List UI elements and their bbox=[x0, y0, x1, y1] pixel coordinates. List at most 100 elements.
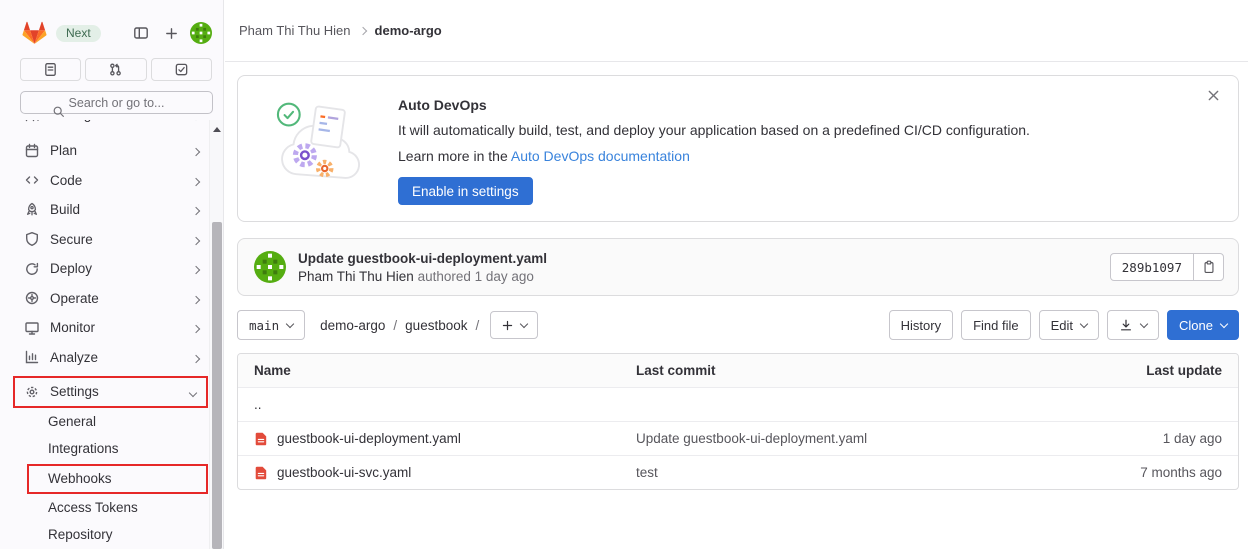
sidebar-item-access-tokens[interactable]: Access Tokens bbox=[0, 494, 209, 522]
breadcrumb-parent[interactable]: Pham Thi Thu Hien bbox=[239, 23, 351, 38]
sidebar-item-label: Operate bbox=[50, 291, 99, 306]
sidebar-item-repository[interactable]: Repository bbox=[0, 521, 209, 549]
sidebar-item-label: Deploy bbox=[50, 261, 92, 276]
commit-author-avatar[interactable] bbox=[254, 251, 286, 283]
sidebar-item-build[interactable]: Build bbox=[0, 195, 209, 225]
path-separator: / bbox=[475, 318, 479, 333]
clone-label: Clone bbox=[1179, 318, 1213, 333]
sidebar-item-manage-clipped[interactable]: Manage bbox=[0, 120, 209, 129]
chevron-right-icon bbox=[193, 202, 199, 217]
branch-name: main bbox=[249, 318, 279, 333]
download-button[interactable] bbox=[1107, 310, 1159, 340]
content: Auto DevOps It will automatically build,… bbox=[225, 62, 1248, 490]
user-avatar[interactable] bbox=[190, 22, 212, 44]
plus-icon[interactable] bbox=[160, 22, 182, 44]
chevron-right-icon bbox=[193, 291, 199, 306]
sidebar-subitem-label: Access Tokens bbox=[48, 500, 138, 515]
issues-shortcut-button[interactable] bbox=[20, 58, 81, 81]
commit-author[interactable]: Pham Thi Thu Hien bbox=[298, 269, 414, 284]
commit-sha-group: 289b1097 bbox=[1110, 253, 1224, 281]
table-row-parent-dir[interactable]: .. bbox=[238, 387, 1238, 421]
history-button[interactable]: History bbox=[889, 310, 953, 340]
brand-row: Next bbox=[22, 20, 212, 46]
todos-shortcut-button[interactable] bbox=[151, 58, 212, 81]
auto-devops-illustration bbox=[268, 90, 372, 221]
sidebar-item-monitor[interactable]: Monitor bbox=[0, 313, 209, 343]
sidebar-item-operate[interactable]: Operate bbox=[0, 284, 209, 314]
next-badge: Next bbox=[56, 25, 101, 42]
sidebar-item-plan[interactable]: Plan bbox=[0, 136, 209, 166]
banner-learn-more: Learn more in the Auto DevOps documentat… bbox=[398, 148, 1030, 164]
sidebar-item-analyze[interactable]: Analyze bbox=[0, 343, 209, 373]
path-segment-repo[interactable]: demo-argo bbox=[320, 318, 385, 333]
edit-button[interactable]: Edit bbox=[1039, 310, 1099, 340]
merge-requests-shortcut-button[interactable] bbox=[85, 58, 146, 81]
operate-icon bbox=[24, 290, 40, 306]
table-row[interactable]: guestbook-ui-deployment.yaml Update gues… bbox=[238, 421, 1238, 455]
chevron-down-icon bbox=[1140, 319, 1148, 327]
header-last-update: Last update bbox=[1072, 363, 1222, 378]
chevron-down-icon bbox=[190, 384, 196, 399]
sidebar-item-deploy[interactable]: Deploy bbox=[0, 254, 209, 284]
sidebar-item-label: Manage bbox=[50, 120, 99, 122]
chevron-down-icon bbox=[286, 319, 294, 327]
file-tree-table: Name Last commit Last update .. bbox=[237, 353, 1239, 490]
file-link[interactable]: guestbook-ui-deployment.yaml bbox=[277, 431, 461, 446]
auto-devops-doc-link[interactable]: Auto DevOps documentation bbox=[511, 148, 690, 164]
commit-authored-ago: authored 1 day ago bbox=[418, 269, 534, 284]
scrollbar-up-arrow[interactable] bbox=[213, 127, 221, 132]
row-last-update: 7 months ago bbox=[1072, 465, 1222, 480]
search-input[interactable] bbox=[20, 91, 213, 114]
breadcrumb-current[interactable]: demo-argo bbox=[375, 23, 442, 38]
chevron-right-icon bbox=[193, 261, 199, 276]
enable-in-settings-button[interactable]: Enable in settings bbox=[398, 177, 533, 205]
sidebar-subitem-label: Integrations bbox=[48, 441, 119, 456]
sidebar-item-settings[interactable]: Settings bbox=[15, 378, 206, 406]
file-link[interactable]: guestbook-ui-svc.yaml bbox=[277, 465, 411, 480]
copy-sha-button[interactable] bbox=[1193, 254, 1223, 280]
path-segment-folder[interactable]: guestbook bbox=[405, 318, 467, 333]
sidebar-item-webhooks[interactable]: Webhooks bbox=[29, 466, 206, 492]
header-name: Name bbox=[254, 363, 636, 378]
sidebar-item-secure[interactable]: Secure bbox=[0, 225, 209, 255]
row-commit-message[interactable]: test bbox=[636, 465, 1072, 480]
table-row[interactable]: guestbook-ui-svc.yaml test 7 months ago bbox=[238, 455, 1238, 489]
sidebar-item-general[interactable]: General bbox=[0, 408, 209, 436]
row-commit-message[interactable]: Update guestbook-ui-deployment.yaml bbox=[636, 431, 1072, 446]
banner-description: It will automatically build, test, and d… bbox=[398, 122, 1030, 138]
sidebar-scrollbar bbox=[209, 120, 223, 549]
chevron-right-icon bbox=[193, 350, 199, 365]
last-commit-box: Update guestbook-ui-deployment.yaml Pham… bbox=[237, 238, 1239, 296]
breadcrumb-chevron-icon bbox=[358, 26, 366, 34]
sidebar-subitem-label: Webhooks bbox=[48, 471, 112, 486]
rocket-icon bbox=[24, 202, 40, 218]
search-icon bbox=[52, 105, 65, 118]
gitlab-logo[interactable] bbox=[22, 21, 47, 45]
gitlab-app: Next bbox=[0, 0, 1248, 549]
table-header-row: Name Last commit Last update bbox=[238, 354, 1238, 387]
issues-icon bbox=[43, 62, 58, 77]
sidebar-item-integrations[interactable]: Integrations bbox=[0, 435, 209, 463]
close-icon[interactable] bbox=[1204, 86, 1222, 104]
chevron-down-icon bbox=[520, 319, 528, 327]
branch-selector[interactable]: main bbox=[237, 310, 305, 340]
find-file-button[interactable]: Find file bbox=[961, 310, 1031, 340]
commit-title[interactable]: Update guestbook-ui-deployment.yaml bbox=[298, 251, 547, 266]
file-browser-toolbar: main demo-argo / guestbook / History bbox=[237, 310, 1239, 340]
annotation-box-webhooks: Webhooks bbox=[27, 464, 208, 494]
sidebar-item-label: Monitor bbox=[50, 320, 95, 335]
add-file-button[interactable] bbox=[490, 311, 538, 339]
scrollbar-thumb[interactable] bbox=[212, 222, 222, 549]
learn-more-prefix: Learn more in the bbox=[398, 148, 511, 164]
search-wrap bbox=[0, 91, 223, 114]
parent-dir-link[interactable]: .. bbox=[254, 397, 262, 412]
sidebar-toggle-icon[interactable] bbox=[130, 22, 152, 44]
commit-sha[interactable]: 289b1097 bbox=[1111, 254, 1193, 280]
shield-icon bbox=[24, 231, 40, 247]
sidebar-item-label: Secure bbox=[50, 232, 93, 247]
sidebar-item-code[interactable]: Code bbox=[0, 166, 209, 196]
clone-button[interactable]: Clone bbox=[1167, 310, 1239, 340]
code-icon bbox=[24, 172, 40, 188]
auto-devops-banner: Auto DevOps It will automatically build,… bbox=[237, 75, 1239, 222]
clipboard-icon bbox=[1202, 260, 1216, 274]
